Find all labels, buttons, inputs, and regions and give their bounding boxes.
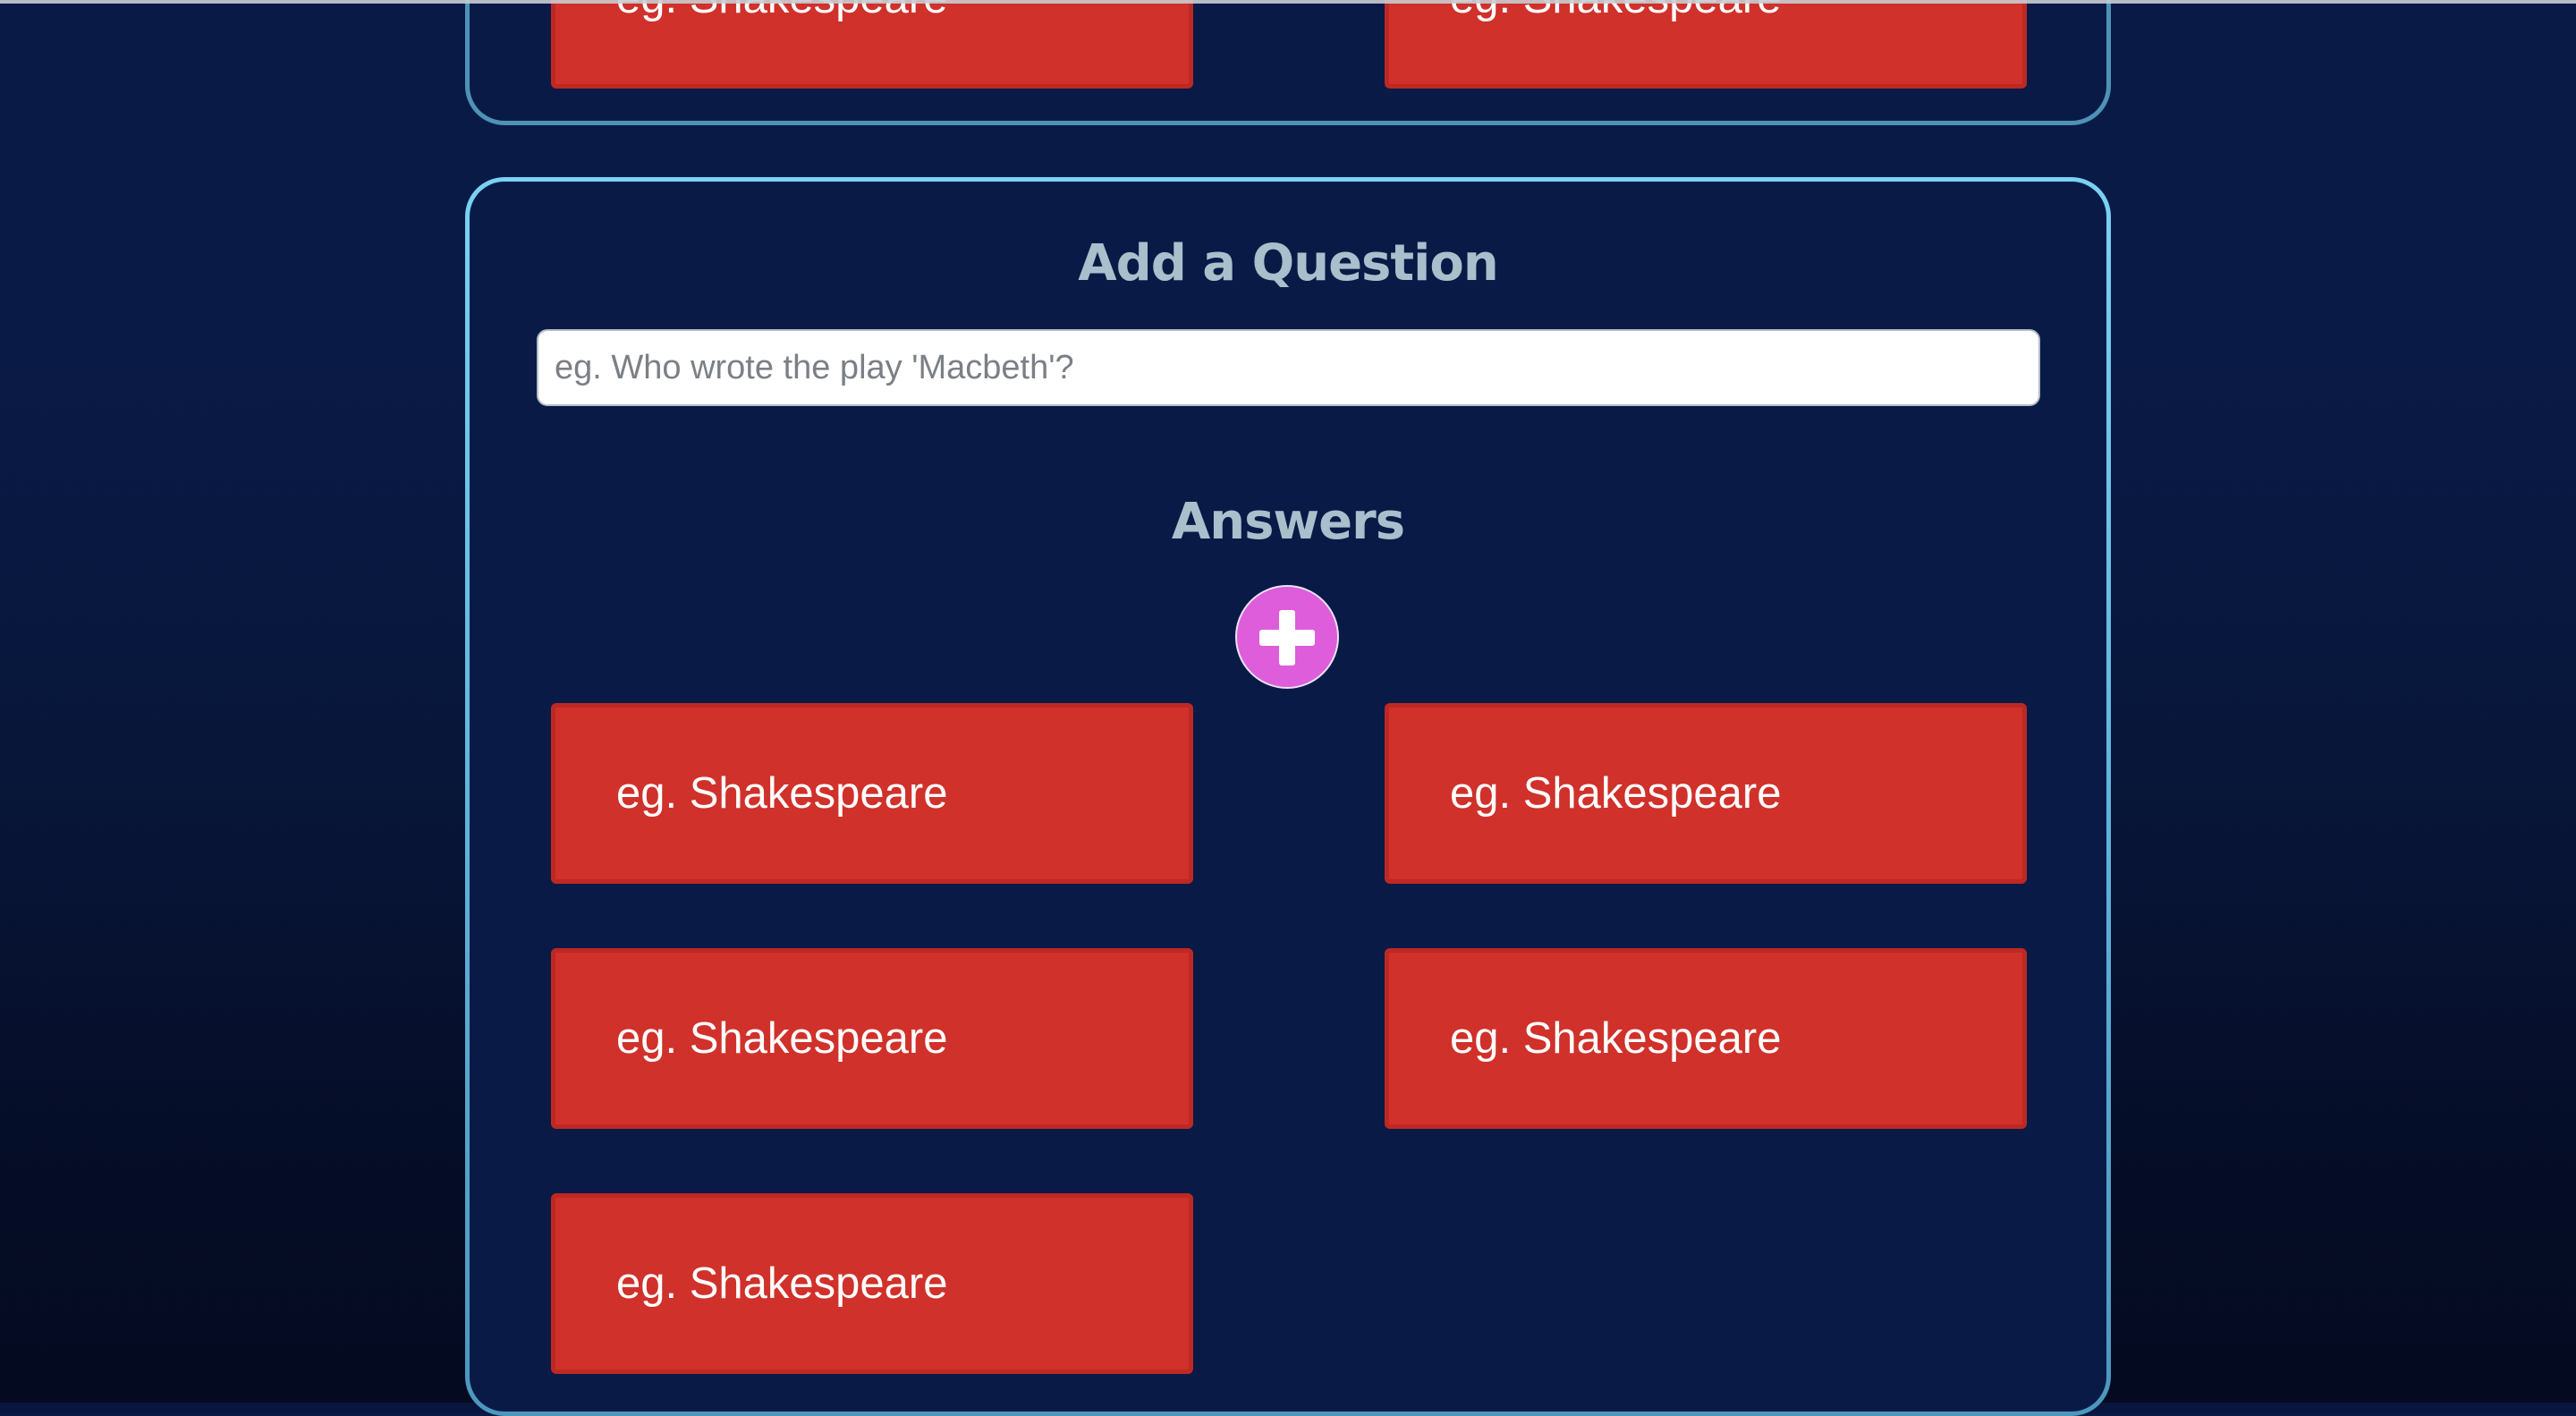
- add-question-title: Add a Question: [1078, 234, 1498, 293]
- top-border: [0, 0, 2576, 4]
- add-answer-button[interactable]: [1235, 585, 1339, 689]
- previous-answer-input-1[interactable]: [551, 0, 1193, 89]
- previous-answer-input-2[interactable]: [1385, 0, 2027, 89]
- answer-input-2[interactable]: [1385, 703, 2027, 884]
- plus-icon: [1237, 587, 1337, 687]
- question-input[interactable]: [537, 329, 2040, 406]
- answer-input-3[interactable]: [551, 948, 1193, 1129]
- answer-input-1[interactable]: [551, 703, 1193, 884]
- answer-input-5[interactable]: [551, 1193, 1193, 1374]
- answers-heading: Answers: [1171, 493, 1405, 551]
- answer-input-4[interactable]: [1385, 948, 2027, 1129]
